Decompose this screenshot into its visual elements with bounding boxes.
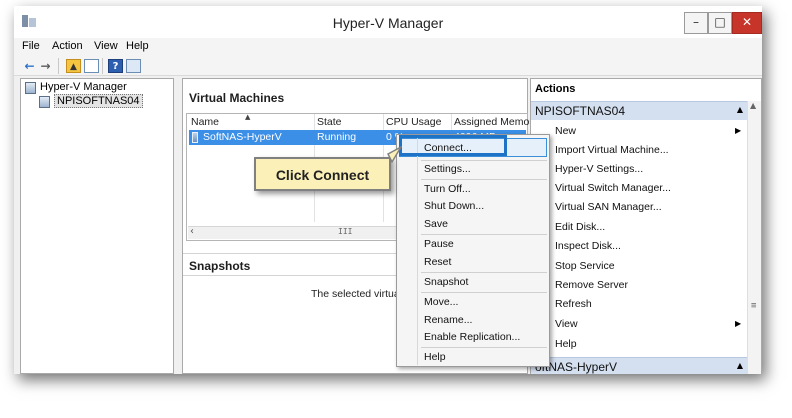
context-menu-separator bbox=[421, 160, 547, 161]
vm-name: SoftNAS-HyperV bbox=[203, 131, 282, 143]
action-hyper-v-settings[interactable]: Hyper-V Settings... bbox=[555, 163, 643, 175]
menu-help[interactable]: Help bbox=[126, 40, 149, 52]
up-folder-icon[interactable]: ▲ bbox=[66, 59, 81, 73]
context-menu-save[interactable]: Save bbox=[424, 218, 448, 230]
scroll-thumb-grip-icon[interactable]: III bbox=[338, 227, 352, 236]
context-menu-gutter bbox=[417, 137, 418, 365]
action-virtual-san-manager[interactable]: Virtual SAN Manager... bbox=[555, 201, 662, 213]
collapse-caret-icon[interactable]: ▲ bbox=[737, 361, 743, 370]
context-menu-separator bbox=[421, 272, 547, 273]
action-import-virtual-machine[interactable]: Import Virtual Machine... bbox=[555, 144, 669, 156]
action-virtual-switch-manager[interactable]: Virtual Switch Manager... bbox=[555, 182, 671, 194]
action-remove-server[interactable]: Remove Server bbox=[555, 279, 628, 291]
column-header-state[interactable]: State bbox=[317, 116, 342, 128]
back-arrow-icon[interactable]: ← bbox=[22, 59, 37, 73]
snapshots-header: Snapshots bbox=[189, 259, 251, 273]
column-header-cpu-usage[interactable]: CPU Usage bbox=[386, 116, 441, 128]
title-bar: Hyper-V Manager – □ ✕ bbox=[14, 6, 762, 38]
callout-pointer-icon bbox=[387, 146, 402, 164]
action-refresh[interactable]: Refresh bbox=[555, 298, 592, 310]
callout-text: Click Connect bbox=[275, 167, 370, 183]
context-menu-separator bbox=[421, 234, 547, 235]
actions-title: Actions bbox=[535, 83, 576, 95]
submenu-arrow-icon: ▶ bbox=[735, 126, 742, 135]
action-inspect-disk[interactable]: Inspect Disk... bbox=[555, 240, 621, 252]
toolbar-separator bbox=[102, 58, 103, 74]
context-menu-move[interactable]: Move... bbox=[424, 296, 458, 308]
scroll-up-icon[interactable]: ▲ bbox=[750, 101, 756, 110]
context-menu-rename[interactable]: Rename... bbox=[424, 314, 472, 326]
context-menu-turn-off[interactable]: Turn Off... bbox=[424, 183, 471, 195]
column-header-assigned-memory[interactable]: Assigned Memory bbox=[454, 116, 538, 128]
server-icon bbox=[39, 96, 50, 108]
vertical-scrollbar[interactable]: ▲ ≡ bbox=[747, 101, 761, 374]
vm-context-menu: Connect... Settings... Turn Off... Shut … bbox=[396, 134, 550, 367]
context-menu-separator bbox=[421, 292, 547, 293]
menu-bar: File Action View Help bbox=[14, 38, 762, 56]
context-menu-pause[interactable]: Pause bbox=[424, 238, 454, 250]
actions-pane: Actions NPISOFTNAS04 ▲ New ▶ Import Virt… bbox=[530, 78, 762, 374]
navigation-tree: Hyper-V Manager NPISOFTNAS04 bbox=[20, 78, 174, 374]
context-menu-enable-replication[interactable]: Enable Replication... bbox=[424, 331, 520, 343]
minimize-button[interactable]: – bbox=[684, 12, 708, 34]
actions-section-vm[interactable]: oftNAS-HyperV ▲ bbox=[531, 357, 747, 374]
action-pane-icon[interactable] bbox=[126, 59, 141, 73]
action-stop-service[interactable]: Stop Service bbox=[555, 260, 615, 272]
submenu-arrow-icon: ▶ bbox=[735, 319, 742, 328]
toolbar-separator bbox=[58, 58, 59, 74]
help-icon[interactable]: ? bbox=[108, 59, 123, 73]
sort-ascending-icon: ▲ bbox=[245, 113, 251, 121]
context-menu-help[interactable]: Help bbox=[424, 351, 446, 363]
context-menu-separator bbox=[421, 179, 547, 180]
menu-view[interactable]: View bbox=[94, 40, 118, 52]
actions-section-server[interactable]: NPISOFTNAS04 ▲ bbox=[531, 101, 747, 120]
menu-action[interactable]: Action bbox=[52, 40, 83, 52]
toolbar: ← → ▲ ? bbox=[14, 56, 762, 76]
maximize-button[interactable]: □ bbox=[708, 12, 732, 34]
forward-arrow-icon[interactable]: → bbox=[38, 59, 53, 73]
action-edit-disk[interactable]: Edit Disk... bbox=[555, 221, 605, 233]
vm-state: Running bbox=[317, 131, 357, 143]
context-menu-reset[interactable]: Reset bbox=[424, 256, 451, 268]
column-header-name[interactable]: Name bbox=[191, 116, 219, 128]
context-menu-shut-down[interactable]: Shut Down... bbox=[424, 200, 484, 212]
context-menu-snapshot[interactable]: Snapshot bbox=[424, 276, 468, 288]
hyper-v-manager-icon bbox=[25, 82, 36, 94]
action-view[interactable]: View bbox=[555, 318, 578, 330]
menu-file[interactable]: File bbox=[22, 40, 40, 52]
window-title: Hyper-V Manager bbox=[332, 15, 444, 31]
show-hide-tree-icon[interactable] bbox=[84, 59, 99, 73]
scroll-left-icon[interactable]: ‹ bbox=[190, 226, 194, 237]
instruction-callout: Click Connect bbox=[254, 157, 391, 191]
vm-icon bbox=[192, 132, 198, 143]
action-help[interactable]: Help bbox=[555, 338, 577, 350]
collapse-caret-icon[interactable]: ▲ bbox=[737, 105, 743, 114]
scroll-thumb-grip-icon[interactable]: ≡ bbox=[751, 301, 756, 311]
context-menu-settings[interactable]: Settings... bbox=[424, 163, 471, 175]
context-menu-separator bbox=[421, 347, 547, 348]
action-new[interactable]: New bbox=[555, 125, 576, 137]
connect-highlight-frame bbox=[399, 135, 507, 156]
close-button[interactable]: ✕ bbox=[732, 12, 762, 34]
virtual-machines-header: Virtual Machines bbox=[189, 91, 285, 105]
